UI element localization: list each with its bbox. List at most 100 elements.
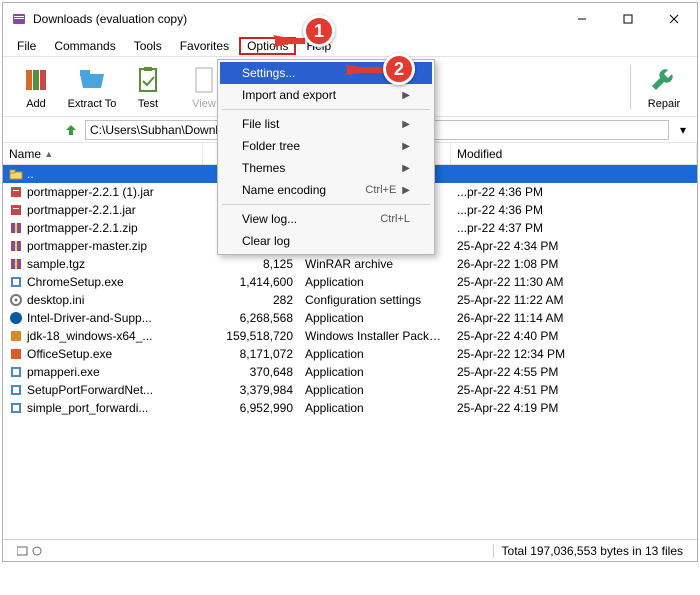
file-name: sample.tgz: [27, 257, 85, 271]
table-row[interactable]: pmapperi.exe370,648Application25-Apr-22 …: [3, 363, 697, 381]
file-modified: 25-Apr-22 11:30 AM: [451, 275, 697, 289]
file-type: Application: [299, 311, 451, 325]
annotation-arrow-2: [335, 63, 385, 77]
file-name: Intel-Driver-and-Supp...: [27, 311, 152, 325]
col-modified[interactable]: Modified: [451, 143, 697, 164]
menu-shortcut: Ctrl+L: [380, 213, 410, 225]
menu-file[interactable]: File: [9, 37, 44, 55]
menu-item-label: Clear log: [242, 234, 290, 248]
file-type: Application: [299, 347, 451, 361]
annotation-badge-1: 1: [303, 15, 335, 47]
menu-item-label: Name encoding: [242, 183, 326, 197]
annotation-badge-2: 2: [383, 53, 415, 85]
toolbar-extract-label: Extract To: [68, 98, 117, 110]
toolbar-add-label: Add: [26, 98, 46, 110]
file-type: Configuration settings: [299, 293, 451, 307]
file-size: 6,268,568: [203, 311, 299, 325]
file-name: SetupPortForwardNet...: [27, 383, 153, 397]
close-button[interactable]: [651, 3, 697, 35]
file-size: 8,125: [203, 257, 299, 271]
toolbar-repair[interactable]: Repair: [637, 62, 691, 112]
file-name: portmapper-2.2.1 (1).jar: [27, 185, 154, 199]
file-type: Application: [299, 401, 451, 415]
menu-item[interactable]: Themes ▶: [220, 157, 432, 179]
file-type: Application: [299, 275, 451, 289]
toolbar-test-label: Test: [138, 98, 158, 110]
submenu-arrow-icon: ▶: [402, 163, 410, 174]
file-icon: [9, 239, 23, 253]
menu-item[interactable]: Import and export ▶: [220, 84, 432, 106]
file-modified: ...pr-22 4:36 PM: [451, 185, 697, 199]
menu-item[interactable]: View log...Ctrl+L: [220, 208, 432, 230]
menu-commands[interactable]: Commands: [46, 37, 123, 55]
nav-up[interactable]: [61, 120, 81, 140]
file-modified: 25-Apr-22 4:51 PM: [451, 383, 697, 397]
menu-item[interactable]: Clear log: [220, 230, 432, 252]
toolbar-test[interactable]: Test: [121, 62, 175, 112]
menu-item[interactable]: File list ▶: [220, 113, 432, 135]
sort-asc-icon: ▲: [44, 149, 53, 159]
table-row[interactable]: SetupPortForwardNet... 3,379,984Applicati…: [3, 381, 697, 399]
file-modified: 26-Apr-22 11:14 AM: [451, 311, 697, 325]
annotation-arrow-1: [263, 33, 305, 49]
clipboard-icon: [132, 64, 164, 96]
menu-separator: [222, 109, 430, 110]
file-modified: ...pr-22 4:37 PM: [451, 221, 697, 235]
col-name[interactable]: Name ▲: [3, 143, 203, 164]
menu-favorites[interactable]: Favorites: [172, 37, 237, 55]
file-modified: 25-Apr-22 11:22 AM: [451, 293, 697, 307]
submenu-arrow-icon: ▶: [402, 141, 410, 152]
file-icon: [9, 221, 23, 235]
file-icon: [9, 329, 23, 343]
wrench-icon: [648, 64, 680, 96]
table-row[interactable]: desktop.ini282Configuration settings25-A…: [3, 291, 697, 309]
file-modified: 25-Apr-22 12:34 PM: [451, 347, 697, 361]
submenu-arrow-icon: ▶: [402, 185, 410, 196]
table-row[interactable]: Intel-Driver-and-Supp... 6,268,568Applica…: [3, 309, 697, 327]
menu-shortcut: Ctrl+E: [365, 184, 396, 196]
menu-item-label: File list: [242, 117, 279, 131]
table-row[interactable]: ChromeSetup.exe1,414,600Application25-Ap…: [3, 273, 697, 291]
options-dropdown: Settings...Import and export▶File list▶F…: [217, 59, 435, 255]
file-name: pmapperi.exe: [27, 365, 100, 379]
menu-item-label: Import and export: [242, 88, 336, 102]
toolbar-view-label: View: [192, 98, 216, 110]
app-icon: [11, 11, 27, 27]
file-size: 8,171,072: [203, 347, 299, 361]
file-size: 1,414,600: [203, 275, 299, 289]
file-type: Application: [299, 365, 451, 379]
file-modified: 26-Apr-22 1:08 PM: [451, 257, 697, 271]
file-icon: [9, 257, 23, 271]
submenu-arrow-icon: ▶: [402, 90, 410, 101]
maximize-button[interactable]: [605, 3, 651, 35]
toolbar-separator: [630, 65, 631, 109]
status-icons: [9, 545, 53, 557]
submenu-arrow-icon: ▶: [402, 119, 410, 130]
file-type: Application: [299, 383, 451, 397]
file-icon: [9, 293, 23, 307]
file-name: OfficeSetup.exe: [27, 347, 112, 361]
file-modified: 25-Apr-22 4:40 PM: [451, 329, 697, 343]
menu-item[interactable]: Folder tree ▶: [220, 135, 432, 157]
menu-tools[interactable]: Tools: [126, 37, 170, 55]
table-row[interactable]: simple_port_forwardi...6,952,990Applicat…: [3, 399, 697, 417]
menu-item-label: Folder tree: [242, 139, 300, 153]
menu-item[interactable]: Name encoding Ctrl+E ▶: [220, 179, 432, 201]
table-row[interactable]: jdk-18_windows-x64_...159,518,720Windows…: [3, 327, 697, 345]
minimize-button[interactable]: [559, 3, 605, 35]
file-size: 3,379,984: [203, 383, 299, 397]
path-dropdown[interactable]: ▾: [673, 120, 693, 140]
file-modified: 25-Apr-22 4:55 PM: [451, 365, 697, 379]
menu-item-label: Themes: [242, 161, 285, 175]
file-size: 282: [203, 293, 299, 307]
table-row[interactable]: sample.tgz8,125WinRAR archive26-Apr-22 1…: [3, 255, 697, 273]
file-icon: [9, 185, 23, 199]
file-modified: 25-Apr-22 4:34 PM: [451, 239, 697, 253]
toolbar-extract[interactable]: Extract To: [65, 62, 119, 112]
toolbar-add[interactable]: Add: [9, 62, 63, 112]
menu-bar: File Commands Tools Favorites Options He…: [3, 35, 697, 57]
window-title: Downloads (evaluation copy): [33, 12, 559, 26]
title-bar: Downloads (evaluation copy): [3, 3, 697, 35]
table-row[interactable]: OfficeSetup.exe 8,171,072Application25-Ap…: [3, 345, 697, 363]
menu-separator: [222, 204, 430, 205]
